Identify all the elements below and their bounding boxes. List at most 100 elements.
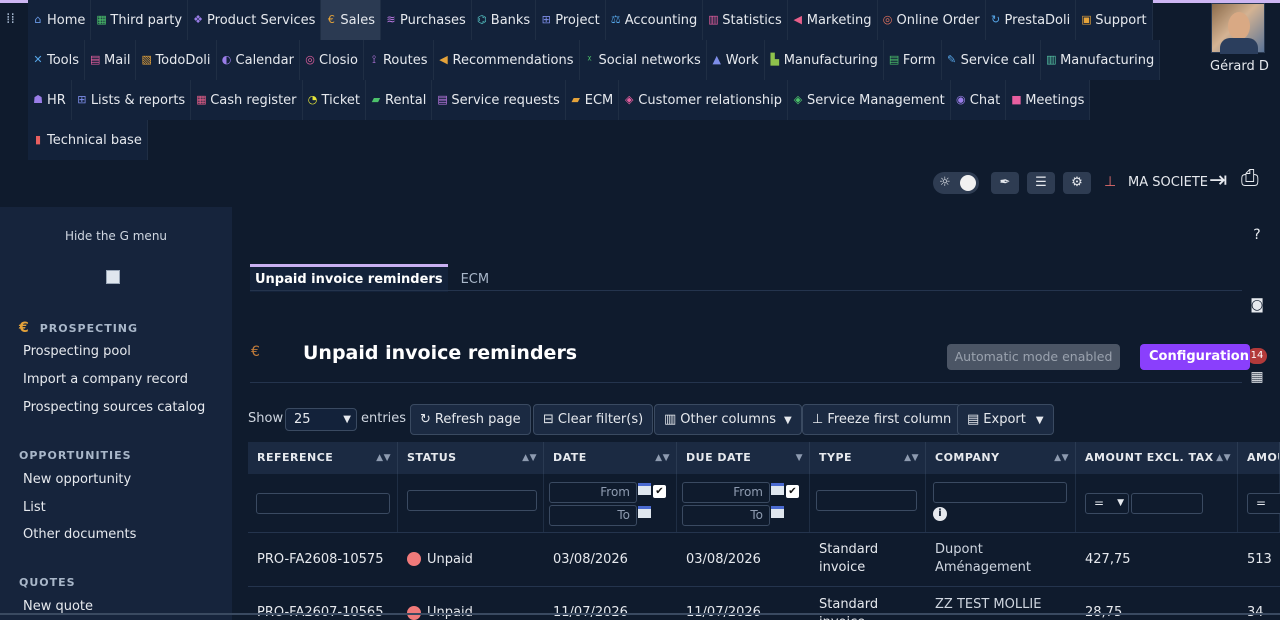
- cell-company[interactable]: ZZ TEST MOLLIE: [926, 587, 1076, 614]
- tab-unpaid-reminders[interactable]: Unpaid invoice reminders: [250, 264, 448, 292]
- column-header-reference[interactable]: REFERENCE ▲▼: [248, 442, 398, 474]
- menu-item-cash-register[interactable]: ▦ Cash register: [191, 80, 303, 120]
- menu-item-routes[interactable]: ⟟ Routes: [363, 40, 434, 80]
- menu-item-product-services[interactable]: ❖ Product Services: [188, 0, 322, 40]
- menu-item-online-order[interactable]: ◎ Online Order: [877, 0, 986, 40]
- company-filter-input[interactable]: [933, 482, 1067, 503]
- sidebar-item-prospecting-pool[interactable]: Prospecting pool: [23, 344, 131, 359]
- menu-item-technical-base[interactable]: ▮ Technical base: [28, 120, 148, 160]
- avatar[interactable]: [1211, 3, 1265, 54]
- amount-ttc-operator-select[interactable]: =: [1247, 493, 1280, 514]
- amount-filter-input[interactable]: [1131, 493, 1203, 514]
- horizontal-scrollbar[interactable]: [0, 613, 1280, 615]
- status-filter-input[interactable]: [407, 490, 537, 511]
- date-from-input[interactable]: From: [549, 482, 637, 503]
- calendar-icon[interactable]: [771, 483, 784, 495]
- configuration-button[interactable]: Configuration: [1140, 344, 1250, 370]
- menu-item-meetings[interactable]: ■ Meetings: [1006, 80, 1091, 120]
- menu-item-work[interactable]: ▲ Work: [706, 40, 765, 80]
- print-icon[interactable]: ⎙: [1241, 166, 1259, 191]
- export-button[interactable]: ▤ Export ▼: [957, 404, 1054, 435]
- apps-grid-icon[interactable]: ⁞⁞: [6, 12, 20, 26]
- checkbox-checked-icon[interactable]: ✔: [786, 485, 799, 498]
- menu-item-hr[interactable]: ☗ HR: [28, 80, 72, 120]
- menu-item-chat[interactable]: ◉ Chat: [950, 80, 1007, 120]
- refresh-button[interactable]: ↻ Refresh page: [410, 404, 531, 435]
- menu-item-statistics[interactable]: ▥ Statistics: [703, 0, 788, 40]
- menu-item-prestadoli[interactable]: ↻ PrestaDoli: [985, 0, 1077, 40]
- column-header-due-date[interactable]: DUE DATE ▼: [677, 442, 810, 474]
- notification-badge[interactable]: 14: [1247, 348, 1267, 364]
- due-date-from-input[interactable]: From: [682, 482, 770, 503]
- menu-item-sales[interactable]: € Sales: [321, 0, 381, 40]
- menu-item-lists-reports[interactable]: ⊞ Lists & reports: [71, 80, 192, 120]
- freeze-column-button[interactable]: ⊥ Freeze first column: [802, 404, 962, 435]
- column-header-amount-ttc[interactable]: AMOU: [1238, 442, 1280, 474]
- type-filter-input[interactable]: [816, 490, 917, 511]
- reference-filter-input[interactable]: [256, 493, 390, 514]
- amount-operator-select[interactable]: = ▼: [1085, 493, 1129, 514]
- sidebar-item-list[interactable]: List: [23, 500, 46, 515]
- hide-g-menu-link[interactable]: Hide the G menu: [0, 229, 232, 243]
- help-icon[interactable]: ?: [1248, 226, 1266, 244]
- cell-reference[interactable]: PRO-FA2607-10565: [248, 587, 398, 620]
- sidebar-item-other-documents[interactable]: Other documents: [23, 527, 136, 542]
- menu-item-customer-relationship[interactable]: ◈ Customer relationship: [619, 80, 788, 120]
- column-header-status[interactable]: STATUS ▲▼: [398, 442, 544, 474]
- menu-item-third-party[interactable]: ▦ Third party: [91, 0, 189, 40]
- menu-item-calendar[interactable]: ◐ Calendar: [216, 40, 300, 80]
- menu-item-project[interactable]: ⊞ Project: [536, 0, 606, 40]
- menu-item-home[interactable]: ⌂ Home: [28, 0, 92, 40]
- logout-icon[interactable]: ⇥: [1209, 168, 1227, 193]
- due-date-to-input[interactable]: To: [682, 505, 770, 526]
- sidebar-item-prospecting-sources[interactable]: Prospecting sources catalog: [23, 400, 205, 415]
- table-row[interactable]: PRO-FA2608-10575 Unpaid 03/08/2026 03/08…: [248, 532, 1280, 585]
- info-icon[interactable]: i: [933, 507, 947, 521]
- menu-item-manufacturing[interactable]: ▙ Manufacturing: [764, 40, 884, 80]
- calendar-icon[interactable]: [638, 506, 651, 518]
- sidebar-item-import-company[interactable]: Import a company record: [23, 372, 188, 387]
- date-to-input[interactable]: To: [549, 505, 637, 526]
- sidebar-item-new-quote[interactable]: New quote: [23, 599, 93, 614]
- menu-item-closio[interactable]: ◎ Closio: [300, 40, 364, 80]
- checkbox-checked-icon[interactable]: ✔: [653, 485, 666, 498]
- sidebar-item-new-opportunity[interactable]: New opportunity: [23, 472, 131, 487]
- menu-item-recommendations[interactable]: ◀ Recommendations: [433, 40, 580, 80]
- user-name[interactable]: Gérard D: [1210, 59, 1269, 74]
- menu-item-service-management[interactable]: ◈ Service Management: [787, 80, 951, 120]
- menu-item-form[interactable]: ▤ Form: [883, 40, 942, 80]
- gear-icon[interactable]: ⚙: [1063, 172, 1091, 194]
- calendar-check-icon[interactable]: ▦: [1248, 368, 1266, 386]
- company-selector[interactable]: ⊥ MA SOCIETE: [1104, 173, 1208, 191]
- menu-item-marketing[interactable]: ◀ Marketing: [787, 0, 878, 40]
- column-header-type[interactable]: TYPE ▲▼: [810, 442, 926, 474]
- cell-reference[interactable]: PRO-FA2608-10575: [248, 533, 398, 585]
- menu-item-social-networks[interactable]: ᵡ Social networks: [579, 40, 707, 80]
- menu-item-manufacturing[interactable]: ▥ Manufacturing: [1041, 40, 1161, 80]
- chat-bubble-icon[interactable]: ◙: [1248, 296, 1266, 314]
- menu-item-ecm[interactable]: ▰ ECM: [565, 80, 620, 120]
- menu-item-tools[interactable]: ✕ Tools: [28, 40, 86, 80]
- menu-item-service-requests[interactable]: ▤ Service requests: [432, 80, 566, 120]
- theme-toggle[interactable]: ☼: [933, 172, 979, 194]
- menu-item-rental[interactable]: ▰ Rental: [366, 80, 433, 120]
- menu-item-mail[interactable]: ▤ Mail: [85, 40, 137, 80]
- menu-item-accounting[interactable]: ⚖ Accounting: [605, 0, 704, 40]
- other-columns-button[interactable]: ▥ Other columns ▼: [654, 404, 802, 435]
- tab-ecm[interactable]: ECM: [456, 264, 495, 292]
- menu-item-ticket[interactable]: ◔ Ticket: [302, 80, 366, 120]
- menu-icon[interactable]: ☰: [1027, 172, 1055, 194]
- clear-filters-button[interactable]: ⊟ Clear filter(s): [533, 404, 654, 435]
- column-header-amount-ht[interactable]: AMOUNT EXCL. TAX ▲▼: [1076, 442, 1238, 474]
- column-header-company[interactable]: COMPANY ▲▼: [926, 442, 1076, 474]
- automatic-mode-button[interactable]: Automatic mode enabled: [947, 344, 1120, 370]
- menu-item-banks[interactable]: ⌬ Banks: [471, 0, 537, 40]
- menu-item-purchases[interactable]: ≋ Purchases: [380, 0, 472, 40]
- feather-icon[interactable]: ✒: [991, 172, 1019, 194]
- cell-company[interactable]: Dupont Aménagement: [926, 533, 1076, 585]
- page-size-select[interactable]: 25 ▼: [285, 408, 357, 431]
- menu-item-service-call[interactable]: ✎ Service call: [941, 40, 1042, 80]
- menu-item-tododoli[interactable]: ▧ TodoDoli: [136, 40, 217, 80]
- column-header-date[interactable]: DATE ▲▼: [544, 442, 677, 474]
- calendar-icon[interactable]: [638, 483, 651, 495]
